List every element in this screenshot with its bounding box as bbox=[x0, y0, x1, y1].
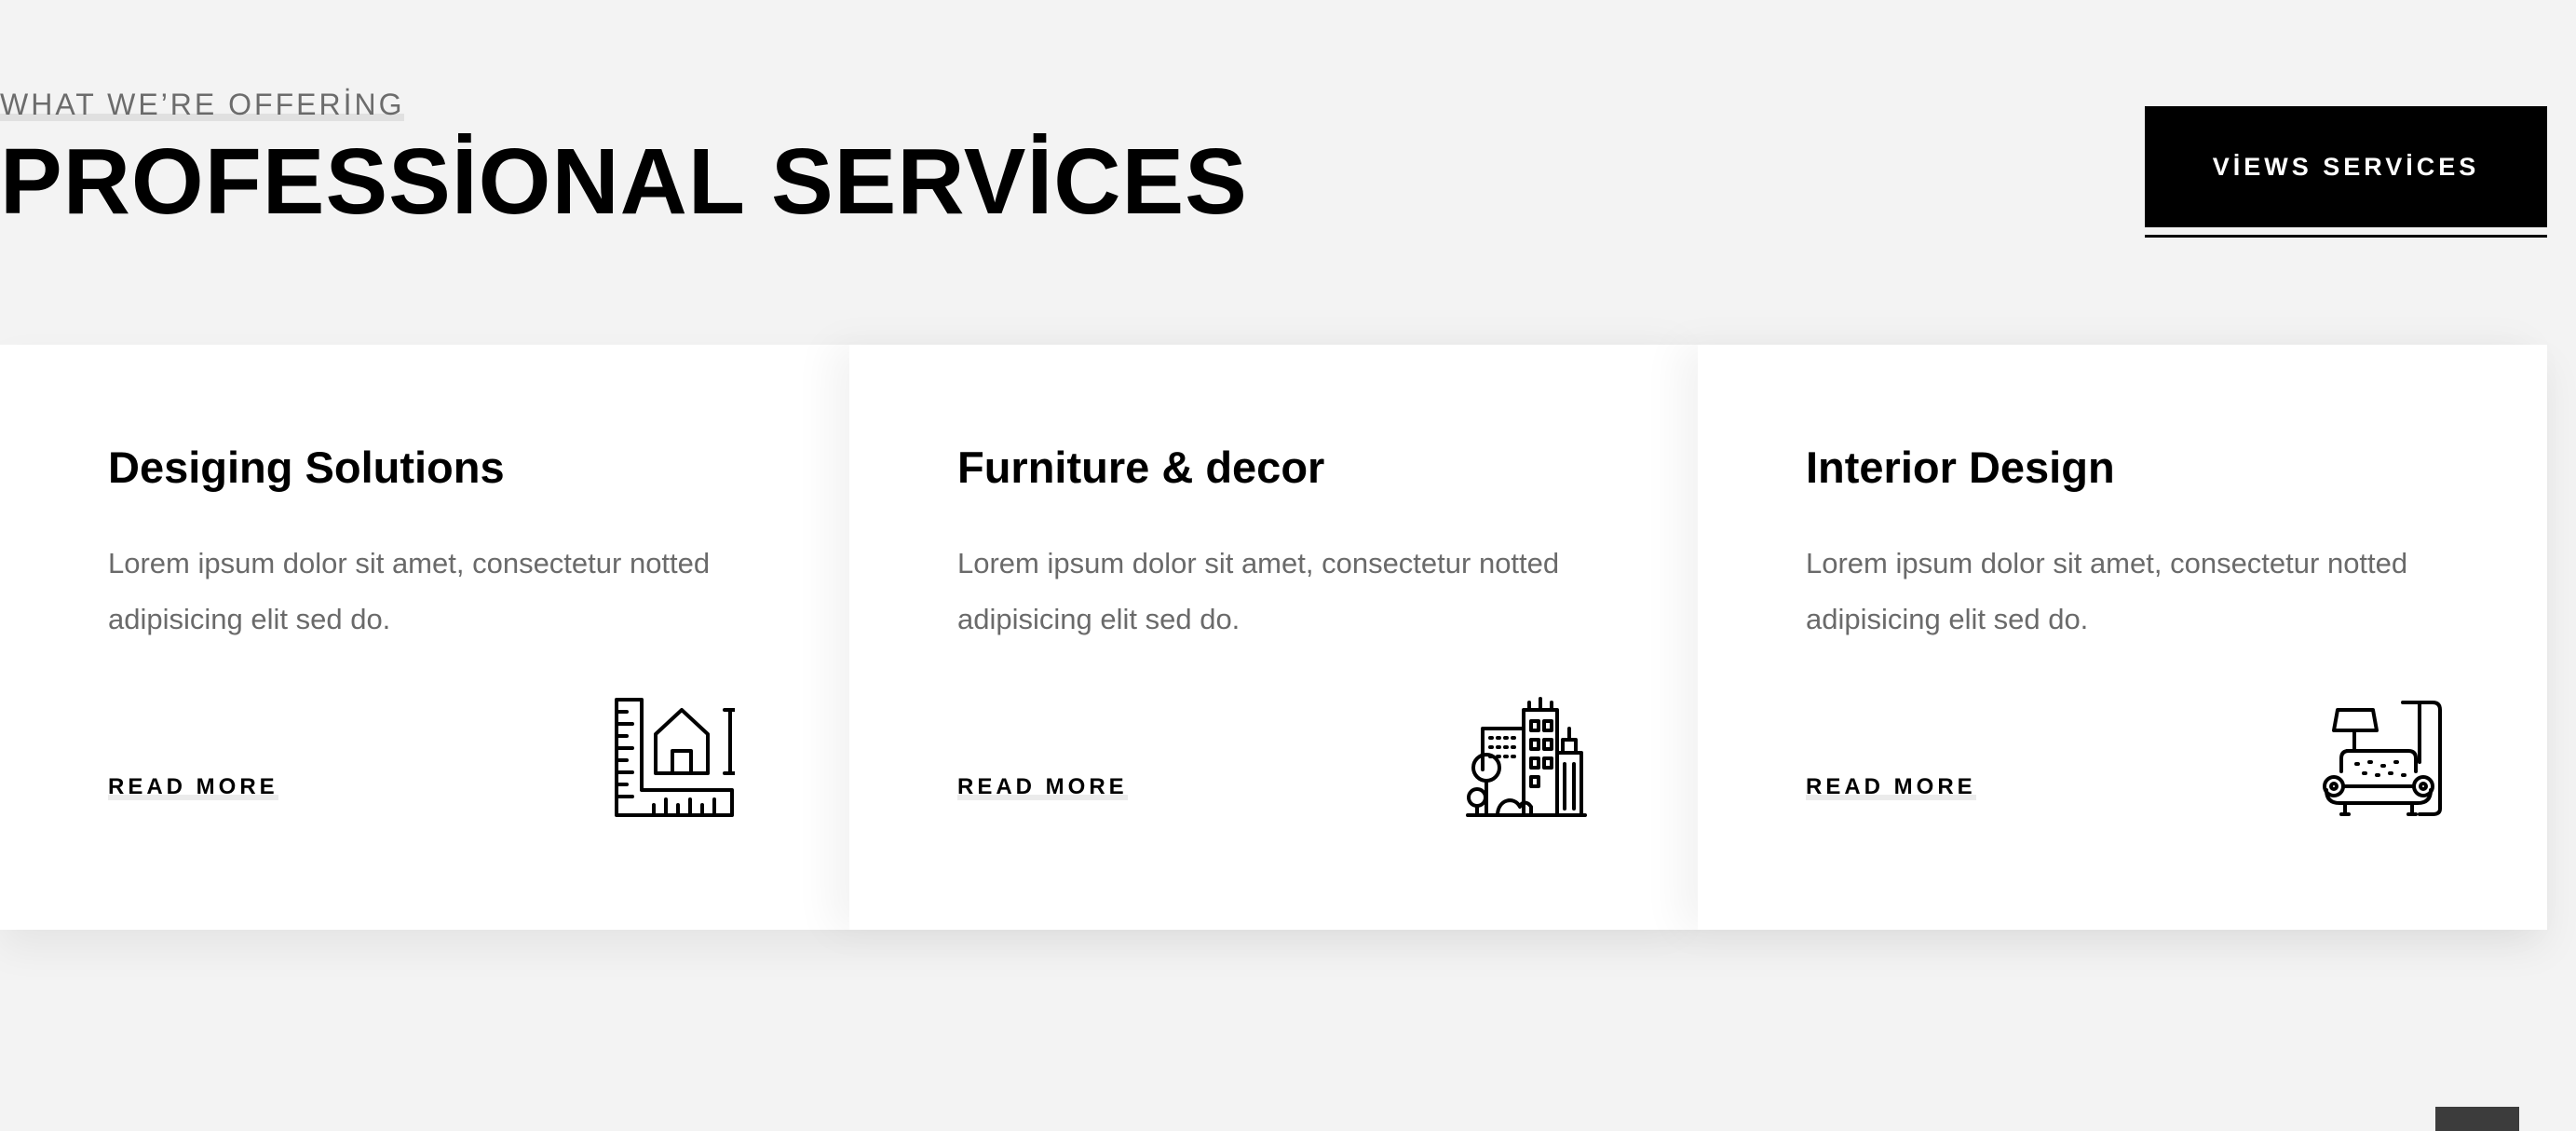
read-more-link[interactable]: READ MORE bbox=[1806, 774, 1976, 800]
blueprint-house-icon bbox=[614, 697, 735, 818]
card-title: Interior Design bbox=[1806, 443, 2115, 492]
card-title: Desiging Solutions bbox=[108, 443, 505, 492]
card-description: Lorem ipsum dolor sit amet, consectetur … bbox=[108, 547, 711, 635]
button-underline bbox=[2145, 235, 2547, 238]
read-more-link[interactable]: READ MORE bbox=[957, 774, 1128, 800]
service-card-furniture: Furniture & decor Lorem ipsum dolor sit … bbox=[849, 345, 1699, 930]
section-title: PROFESSİONAL SERVİCES bbox=[0, 129, 1248, 234]
card-title: Furniture & decor bbox=[957, 443, 1325, 492]
read-more-link[interactable]: READ MORE bbox=[108, 774, 278, 800]
armchair-lamp-icon bbox=[2323, 697, 2444, 818]
section-eyebrow: WHAT WE’RE OFFERİNG bbox=[0, 88, 405, 121]
scroll-to-top-button[interactable] bbox=[2435, 1107, 2519, 1131]
service-card-interior: Interior Design Lorem ipsum dolor sit am… bbox=[1698, 345, 2547, 930]
services-header: WHAT WE’RE OFFERİNG PROFESSİONAL SERVİCE… bbox=[0, 0, 2576, 335]
service-card-designing: Desiging Solutions Lorem ipsum dolor sit… bbox=[0, 345, 849, 930]
views-services-button[interactable]: VİEWS SERVİCES bbox=[2145, 106, 2547, 227]
card-description: Lorem ipsum dolor sit amet, consectetur … bbox=[957, 547, 1560, 635]
city-buildings-icon bbox=[1466, 697, 1587, 818]
services-cards: Desiging Solutions Lorem ipsum dolor sit… bbox=[0, 345, 2547, 930]
card-description: Lorem ipsum dolor sit amet, consectetur … bbox=[1806, 547, 2408, 635]
